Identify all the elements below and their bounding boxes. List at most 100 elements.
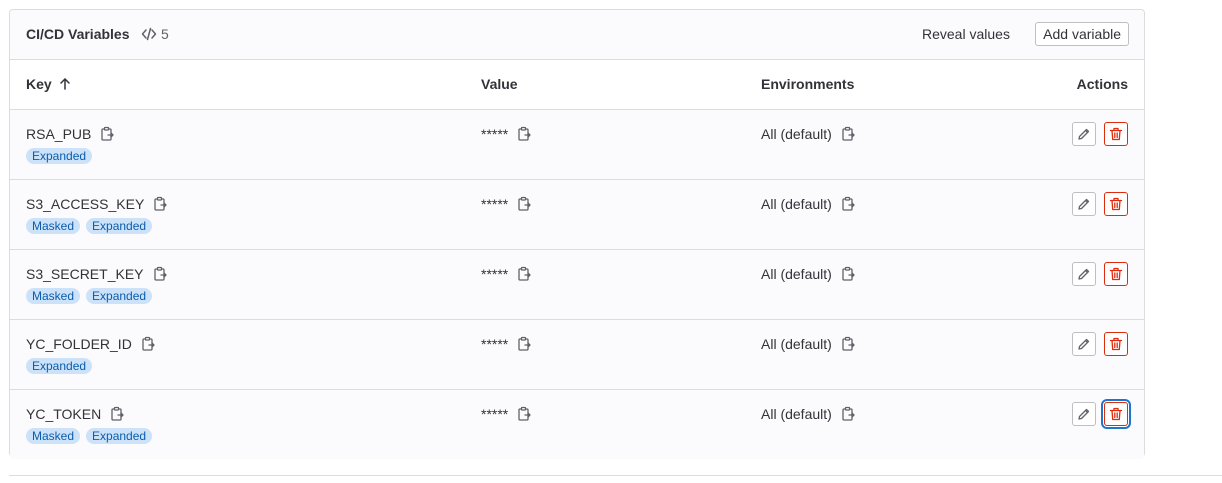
copy-icon[interactable] bbox=[516, 266, 532, 282]
variable-environment: All (default) bbox=[761, 126, 856, 142]
trash-icon bbox=[1109, 337, 1123, 351]
variable-environment-text: All (default) bbox=[761, 196, 832, 212]
trash-icon bbox=[1109, 267, 1123, 281]
copy-icon[interactable] bbox=[516, 126, 532, 142]
trash-icon bbox=[1109, 407, 1123, 421]
copy-icon[interactable] bbox=[840, 266, 856, 282]
edit-variable-button[interactable] bbox=[1072, 262, 1096, 286]
badge-masked: Masked bbox=[26, 218, 81, 234]
variable-value: ***** bbox=[481, 266, 532, 282]
pencil-icon bbox=[1077, 337, 1091, 351]
card-header: CI/CD Variables 5 Reveal values Add vari… bbox=[10, 10, 1144, 60]
variable-count: 5 bbox=[141, 26, 169, 42]
variable-key-text: YC_TOKEN bbox=[26, 406, 102, 422]
row-actions bbox=[1072, 332, 1128, 356]
variable-badges: Masked Expanded bbox=[26, 428, 153, 444]
variable-value: ***** bbox=[481, 336, 532, 352]
variable-value-text: ***** bbox=[481, 336, 509, 352]
table-row: YC_FOLDER_ID Expanded ***** All (default… bbox=[10, 320, 1144, 390]
variable-environment-text: All (default) bbox=[761, 266, 832, 282]
table-row: YC_TOKEN Masked Expanded ***** All (defau… bbox=[10, 390, 1144, 459]
arrow-up-icon bbox=[59, 78, 70, 90]
variable-environment: All (default) bbox=[761, 336, 856, 352]
badge-expanded: Expanded bbox=[26, 148, 93, 164]
badge-expanded: Expanded bbox=[26, 358, 93, 374]
badge-expanded: Expanded bbox=[86, 428, 153, 444]
variable-environment-text: All (default) bbox=[761, 406, 832, 422]
add-variable-button[interactable]: Add variable bbox=[1035, 22, 1129, 46]
pencil-icon bbox=[1077, 267, 1091, 281]
variable-key: RSA_PUB bbox=[26, 126, 115, 142]
variable-badges: Masked Expanded bbox=[26, 218, 153, 234]
variables-table-body: RSA_PUB Expanded ***** All (default) S3_… bbox=[10, 110, 1144, 459]
edit-variable-button[interactable] bbox=[1072, 192, 1096, 216]
column-header-key[interactable]: Key bbox=[26, 76, 72, 92]
variable-value: ***** bbox=[481, 126, 532, 142]
column-header-actions: Actions bbox=[1076, 76, 1128, 92]
variable-value-text: ***** bbox=[481, 266, 509, 282]
variable-key: YC_TOKEN bbox=[26, 406, 125, 422]
table-header-row: Key Value Environments Actions bbox=[10, 60, 1144, 110]
table-row: S3_ACCESS_KEY Masked Expanded ***** All (… bbox=[10, 180, 1144, 250]
copy-icon[interactable] bbox=[840, 196, 856, 212]
variable-environment: All (default) bbox=[761, 266, 856, 282]
ci-cd-variables-card: CI/CD Variables 5 Reveal values Add vari… bbox=[9, 9, 1145, 459]
divider bbox=[9, 475, 1222, 476]
badge-expanded: Expanded bbox=[86, 218, 153, 234]
column-header-key-label: Key bbox=[26, 76, 52, 92]
row-actions bbox=[1072, 262, 1128, 286]
delete-variable-button[interactable] bbox=[1104, 332, 1128, 356]
copy-icon[interactable] bbox=[516, 406, 532, 422]
variable-badges: Expanded bbox=[26, 148, 93, 164]
table-row: RSA_PUB Expanded ***** All (default) bbox=[10, 110, 1144, 180]
badge-expanded: Expanded bbox=[86, 288, 153, 304]
table-row: S3_SECRET_KEY Masked Expanded ***** All (… bbox=[10, 250, 1144, 320]
delete-variable-button[interactable] bbox=[1104, 402, 1128, 426]
badge-masked: Masked bbox=[26, 288, 81, 304]
code-icon bbox=[141, 27, 157, 41]
variable-key: S3_ACCESS_KEY bbox=[26, 196, 168, 212]
copy-icon[interactable] bbox=[840, 336, 856, 352]
copy-icon[interactable] bbox=[516, 196, 532, 212]
edit-variable-button[interactable] bbox=[1072, 332, 1096, 356]
row-actions bbox=[1072, 402, 1128, 426]
variable-key-text: RSA_PUB bbox=[26, 126, 92, 142]
variable-badges: Expanded bbox=[26, 358, 93, 374]
copy-icon[interactable] bbox=[516, 336, 532, 352]
row-actions bbox=[1072, 122, 1128, 146]
badge-masked: Masked bbox=[26, 428, 81, 444]
copy-icon[interactable] bbox=[99, 126, 115, 142]
column-header-value: Value bbox=[481, 76, 518, 92]
variable-key: S3_SECRET_KEY bbox=[26, 266, 168, 282]
copy-icon[interactable] bbox=[109, 406, 125, 422]
edit-variable-button[interactable] bbox=[1072, 122, 1096, 146]
column-header-environments: Environments bbox=[761, 76, 855, 92]
variable-key-text: S3_SECRET_KEY bbox=[26, 266, 144, 282]
pencil-icon bbox=[1077, 197, 1091, 211]
variable-key-text: YC_FOLDER_ID bbox=[26, 336, 132, 352]
variable-value: ***** bbox=[481, 406, 532, 422]
variable-key: YC_FOLDER_ID bbox=[26, 336, 156, 352]
variable-environment: All (default) bbox=[761, 406, 856, 422]
copy-icon[interactable] bbox=[140, 336, 156, 352]
variable-environment-text: All (default) bbox=[761, 126, 832, 142]
card-title: CI/CD Variables bbox=[26, 26, 130, 42]
variable-count-value: 5 bbox=[161, 26, 169, 42]
variable-environment-text: All (default) bbox=[761, 336, 832, 352]
edit-variable-button[interactable] bbox=[1072, 402, 1096, 426]
variable-value: ***** bbox=[481, 196, 532, 212]
copy-icon[interactable] bbox=[840, 406, 856, 422]
copy-icon[interactable] bbox=[152, 196, 168, 212]
delete-variable-button[interactable] bbox=[1104, 262, 1128, 286]
variable-value-text: ***** bbox=[481, 406, 509, 422]
variable-badges: Masked Expanded bbox=[26, 288, 153, 304]
copy-icon[interactable] bbox=[152, 266, 168, 282]
variable-value-text: ***** bbox=[481, 196, 509, 212]
copy-icon[interactable] bbox=[840, 126, 856, 142]
delete-variable-button[interactable] bbox=[1104, 192, 1128, 216]
trash-icon bbox=[1109, 197, 1123, 211]
variable-key-text: S3_ACCESS_KEY bbox=[26, 196, 145, 212]
reveal-values-button[interactable]: Reveal values bbox=[922, 26, 1010, 42]
delete-variable-button[interactable] bbox=[1104, 122, 1128, 146]
pencil-icon bbox=[1077, 127, 1091, 141]
